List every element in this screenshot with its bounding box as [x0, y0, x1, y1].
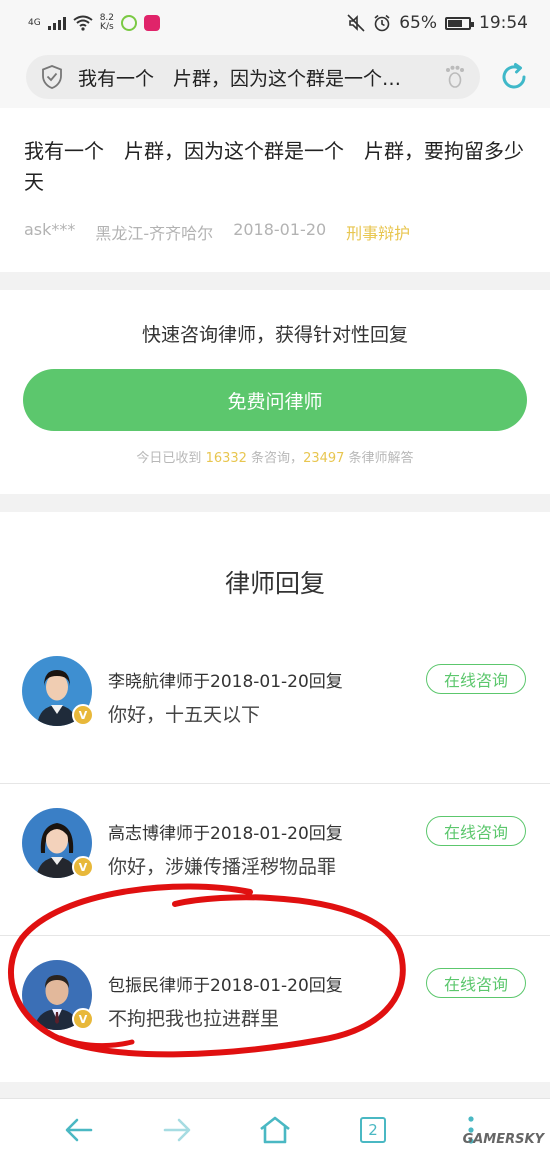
online-consult-button[interactable]: 在线咨询	[426, 968, 526, 998]
speed-unit: K/s	[100, 22, 114, 32]
home-icon	[260, 1116, 290, 1144]
question-card: 我有一个 片群，因为这个群是一个 片群，要拘留多少天 ask*** 黑龙江-齐齐…	[0, 108, 550, 272]
back-arrow-icon	[65, 1118, 93, 1142]
stats-suffix: 条律师解答	[344, 451, 414, 466]
replies-heading: 律师回复	[224, 569, 325, 598]
verified-badge-icon: V	[72, 704, 94, 726]
consult-card: 快速咨询律师，获得针对性回复 免费问律师 今日已收到 16332 条咨询，234…	[0, 290, 550, 494]
address-bar-text: 我有一个 片群，因为这个群是一个…	[78, 67, 402, 90]
consult-stats: 今日已收到 16332 条咨询，23497 条律师解答	[0, 447, 550, 466]
verified-badge-icon: V	[72, 1008, 94, 1030]
question-location: 黑龙江-齐齐哈尔	[95, 224, 214, 243]
reply-item: V 李晓航律师于2018-01-20回复 你好，十五天以下 在线咨询	[0, 632, 550, 784]
refresh-icon[interactable]	[498, 61, 530, 93]
reply-item: V 包振民律师于2018-01-20回复 不拘把我也拉进群里 在线咨询	[0, 936, 550, 1088]
watermark: GAMERSKY	[462, 1132, 544, 1147]
reply-text: 你好，涉嫌传播淫秽物品罪	[108, 856, 337, 878]
signal-icon	[47, 16, 66, 30]
stats-consult-count: 16332	[205, 451, 247, 466]
battery-percent: 65%	[399, 13, 437, 33]
menu-button[interactable]	[422, 1099, 520, 1161]
status-bar: 4G 8.2 K/s 65% 19:54	[0, 0, 550, 46]
stats-mid: 条咨询，	[246, 451, 304, 466]
lawyer-name[interactable]: 高志博律师于2018-01-20回复	[108, 819, 343, 844]
reply-text: 你好，十五天以下	[108, 704, 261, 726]
app-notification-icon	[121, 15, 138, 31]
lawyer-name[interactable]: 李晓航律师于2018-01-20回复	[108, 667, 343, 692]
verified-badge-icon: V	[72, 856, 94, 878]
question-title: 我有一个 片群，因为这个群是一个 片群，要拘留多少天	[24, 139, 524, 194]
lawyer-name[interactable]: 包振民律师于2018-01-20回复	[108, 971, 343, 996]
replies-card: 律师回复 V 李晓航律师于2018-01-20回复 你好，十五天以下 在线咨询	[0, 512, 550, 1082]
home-button[interactable]	[226, 1099, 324, 1161]
forward-button[interactable]	[128, 1099, 226, 1161]
battery-icon	[445, 16, 474, 30]
network-label: 4G	[28, 18, 41, 28]
reply-text: 不拘把我也拉进群里	[108, 1008, 280, 1030]
browser-bottom-nav: 2	[0, 1098, 550, 1161]
question-date: 2018-01-20	[233, 220, 327, 239]
stats-answer-count: 23497	[303, 451, 345, 466]
network-speed: 8.2 K/s	[100, 14, 114, 32]
address-bar[interactable]: 我有一个 片群，因为这个群是一个…	[26, 55, 480, 99]
address-bar-row: 我有一个 片群，因为这个群是一个…	[0, 46, 550, 108]
question-user: ask***	[24, 220, 76, 239]
alarm-icon	[374, 14, 390, 32]
stats-prefix: 今日已收到	[136, 451, 206, 466]
wifi-icon	[73, 15, 93, 31]
free-ask-lawyer-button[interactable]: 免费问律师	[23, 369, 527, 431]
forward-arrow-icon	[163, 1118, 191, 1142]
consult-title: 快速咨询律师，获得针对性回复	[141, 324, 408, 346]
mute-icon	[347, 14, 365, 32]
reply-item: V 高志博律师于2018-01-20回复 你好，涉嫌传播淫秽物品罪 在线咨询	[0, 784, 550, 936]
question-category-tag[interactable]: 刑事辩护	[346, 220, 410, 244]
clock: 19:54	[479, 13, 528, 33]
online-consult-button[interactable]: 在线咨询	[426, 816, 526, 846]
question-meta: ask*** 黑龙江-齐齐哈尔 2018-01-20 刑事辩护	[24, 220, 526, 244]
huawei-notification-icon	[144, 15, 161, 31]
tabs-button[interactable]: 2	[324, 1099, 422, 1161]
tab-count: 2	[360, 1117, 386, 1143]
footprint-icon[interactable]	[444, 65, 466, 89]
shield-icon	[42, 65, 62, 89]
back-button[interactable]	[30, 1099, 128, 1161]
online-consult-button[interactable]: 在线咨询	[426, 664, 526, 694]
